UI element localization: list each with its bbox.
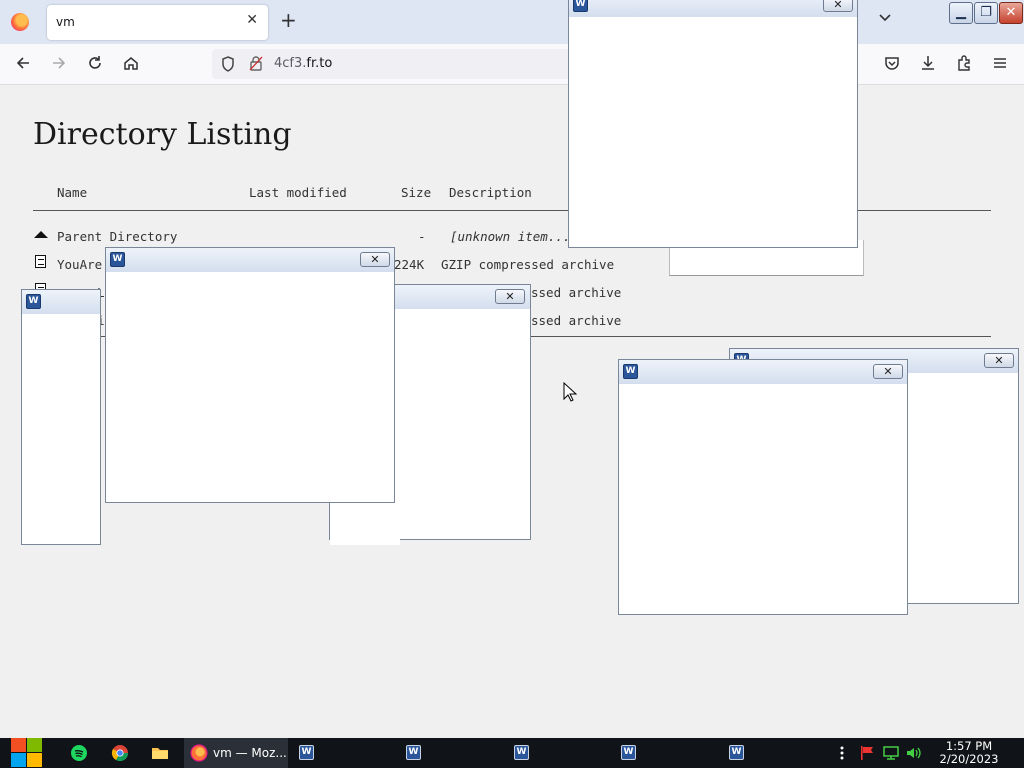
table-row: Parent Directory - [unknown item... (0, 229, 1024, 247)
word-document-icon: W (26, 294, 41, 309)
word-document-icon: W (573, 0, 588, 12)
file-size: - (418, 229, 426, 244)
clock-date: 2/20/2023 (939, 752, 999, 766)
tab-title: vm (56, 15, 75, 29)
file-link[interactable]: Parent Directory (57, 229, 177, 244)
popup-close-button[interactable]: ✕ (360, 252, 390, 267)
forward-icon[interactable] (48, 54, 70, 77)
page-title: Directory Listing (33, 117, 292, 152)
menu-icon[interactable] (989, 54, 1011, 77)
restore-button[interactable]: ❐ (974, 2, 998, 24)
insecure-lock-icon[interactable] (248, 54, 264, 76)
extensions-icon[interactable] (953, 54, 975, 77)
column-header-size[interactable]: Size (401, 185, 431, 200)
close-window-button[interactable]: ✕ (999, 2, 1023, 24)
file-description: ssed archive (531, 285, 622, 300)
taskbar-firefox-window[interactable]: vm — Moz... (184, 738, 288, 768)
back-icon[interactable] (12, 54, 34, 77)
mouse-cursor-icon (563, 381, 578, 405)
volume-icon[interactable] (905, 744, 923, 762)
word-icon: W (299, 745, 314, 760)
window-controls: ▁ ❐ ✕ (948, 2, 1023, 24)
taskbar-app-label: vm — Moz... (213, 746, 287, 760)
tab-strip: vm ✕ + ▁ ❐ ✕ (0, 0, 1024, 44)
tracking-protection-shield-icon[interactable] (220, 55, 236, 77)
network-icon[interactable] (882, 744, 900, 762)
file-description: [unknown item... (450, 229, 571, 244)
file-icon (35, 255, 46, 268)
file-explorer-icon[interactable] (151, 744, 169, 762)
word-document-icon: W (110, 252, 125, 267)
word-icon: W (621, 745, 636, 760)
file-link[interactable]: YouAre (57, 257, 102, 272)
popup-window[interactable]: W ✕ (568, 0, 858, 248)
column-header-name[interactable]: Name (57, 185, 87, 200)
downloads-icon[interactable] (917, 54, 939, 77)
popup-titlebar[interactable]: W ✕ (619, 360, 907, 384)
up-arrow-icon (34, 231, 48, 238)
popup-titlebar[interactable]: W (22, 290, 100, 314)
navigation-toolbar: 4cf3.fr.to (0, 44, 1024, 85)
taskbar-word-window[interactable]: W (292, 738, 396, 768)
taskbar-word-window[interactable]: W (507, 738, 611, 768)
taskbar: vm — Moz... W W W W W 1:57 PM 2/20/2023 (0, 738, 1024, 768)
home-icon[interactable] (120, 54, 142, 77)
firefox-icon[interactable] (11, 13, 29, 31)
tab-vm[interactable]: vm ✕ (47, 5, 268, 40)
popup-titlebar[interactable]: W ✕ (569, 0, 857, 17)
taskbar-word-window[interactable]: W (399, 738, 503, 768)
new-tab-button[interactable]: + (280, 10, 297, 30)
system-clock[interactable]: 1:57 PM 2/20/2023 (938, 740, 1000, 766)
word-icon: W (406, 745, 421, 760)
action-center-flag-icon[interactable] (858, 744, 876, 762)
spotify-icon[interactable] (70, 744, 88, 762)
popup-close-button[interactable]: ✕ (984, 353, 1014, 368)
pocket-icon[interactable] (881, 54, 903, 77)
start-button[interactable] (11, 738, 43, 768)
file-size: 224K (394, 257, 425, 272)
taskbar-word-window[interactable]: W (614, 738, 718, 768)
popup-window[interactable]: W ✕ (105, 247, 395, 503)
overflow-dots-icon[interactable] (836, 744, 848, 762)
taskbar-word-window[interactable]: W (722, 738, 826, 768)
file-description: ssed archive (531, 313, 622, 328)
word-icon: W (514, 745, 529, 760)
column-header-last-modified[interactable]: Last modified (249, 185, 347, 200)
popup-window[interactable]: W ✕ (618, 359, 908, 615)
popup-close-button[interactable]: ✕ (873, 364, 903, 379)
list-all-tabs-button[interactable] (878, 12, 892, 27)
popup-close-button[interactable]: ✕ (823, 0, 853, 12)
file-description: GZIP compressed archive (441, 257, 615, 272)
popup-titlebar[interactable]: W ✕ (106, 248, 394, 272)
tab-close-icon[interactable]: ✕ (246, 12, 258, 28)
word-document-icon: W (623, 364, 638, 379)
firefox-icon (190, 744, 208, 762)
word-icon: W (729, 745, 744, 760)
chrome-icon[interactable] (111, 744, 129, 762)
reload-icon[interactable] (84, 54, 106, 77)
url-text[interactable]: 4cf3.fr.to (274, 56, 332, 71)
popup-window[interactable]: W (21, 289, 101, 545)
column-header-description[interactable]: Description (449, 185, 532, 200)
popup-close-button[interactable]: ✕ (495, 289, 525, 304)
minimize-button[interactable]: ▁ (949, 2, 973, 24)
